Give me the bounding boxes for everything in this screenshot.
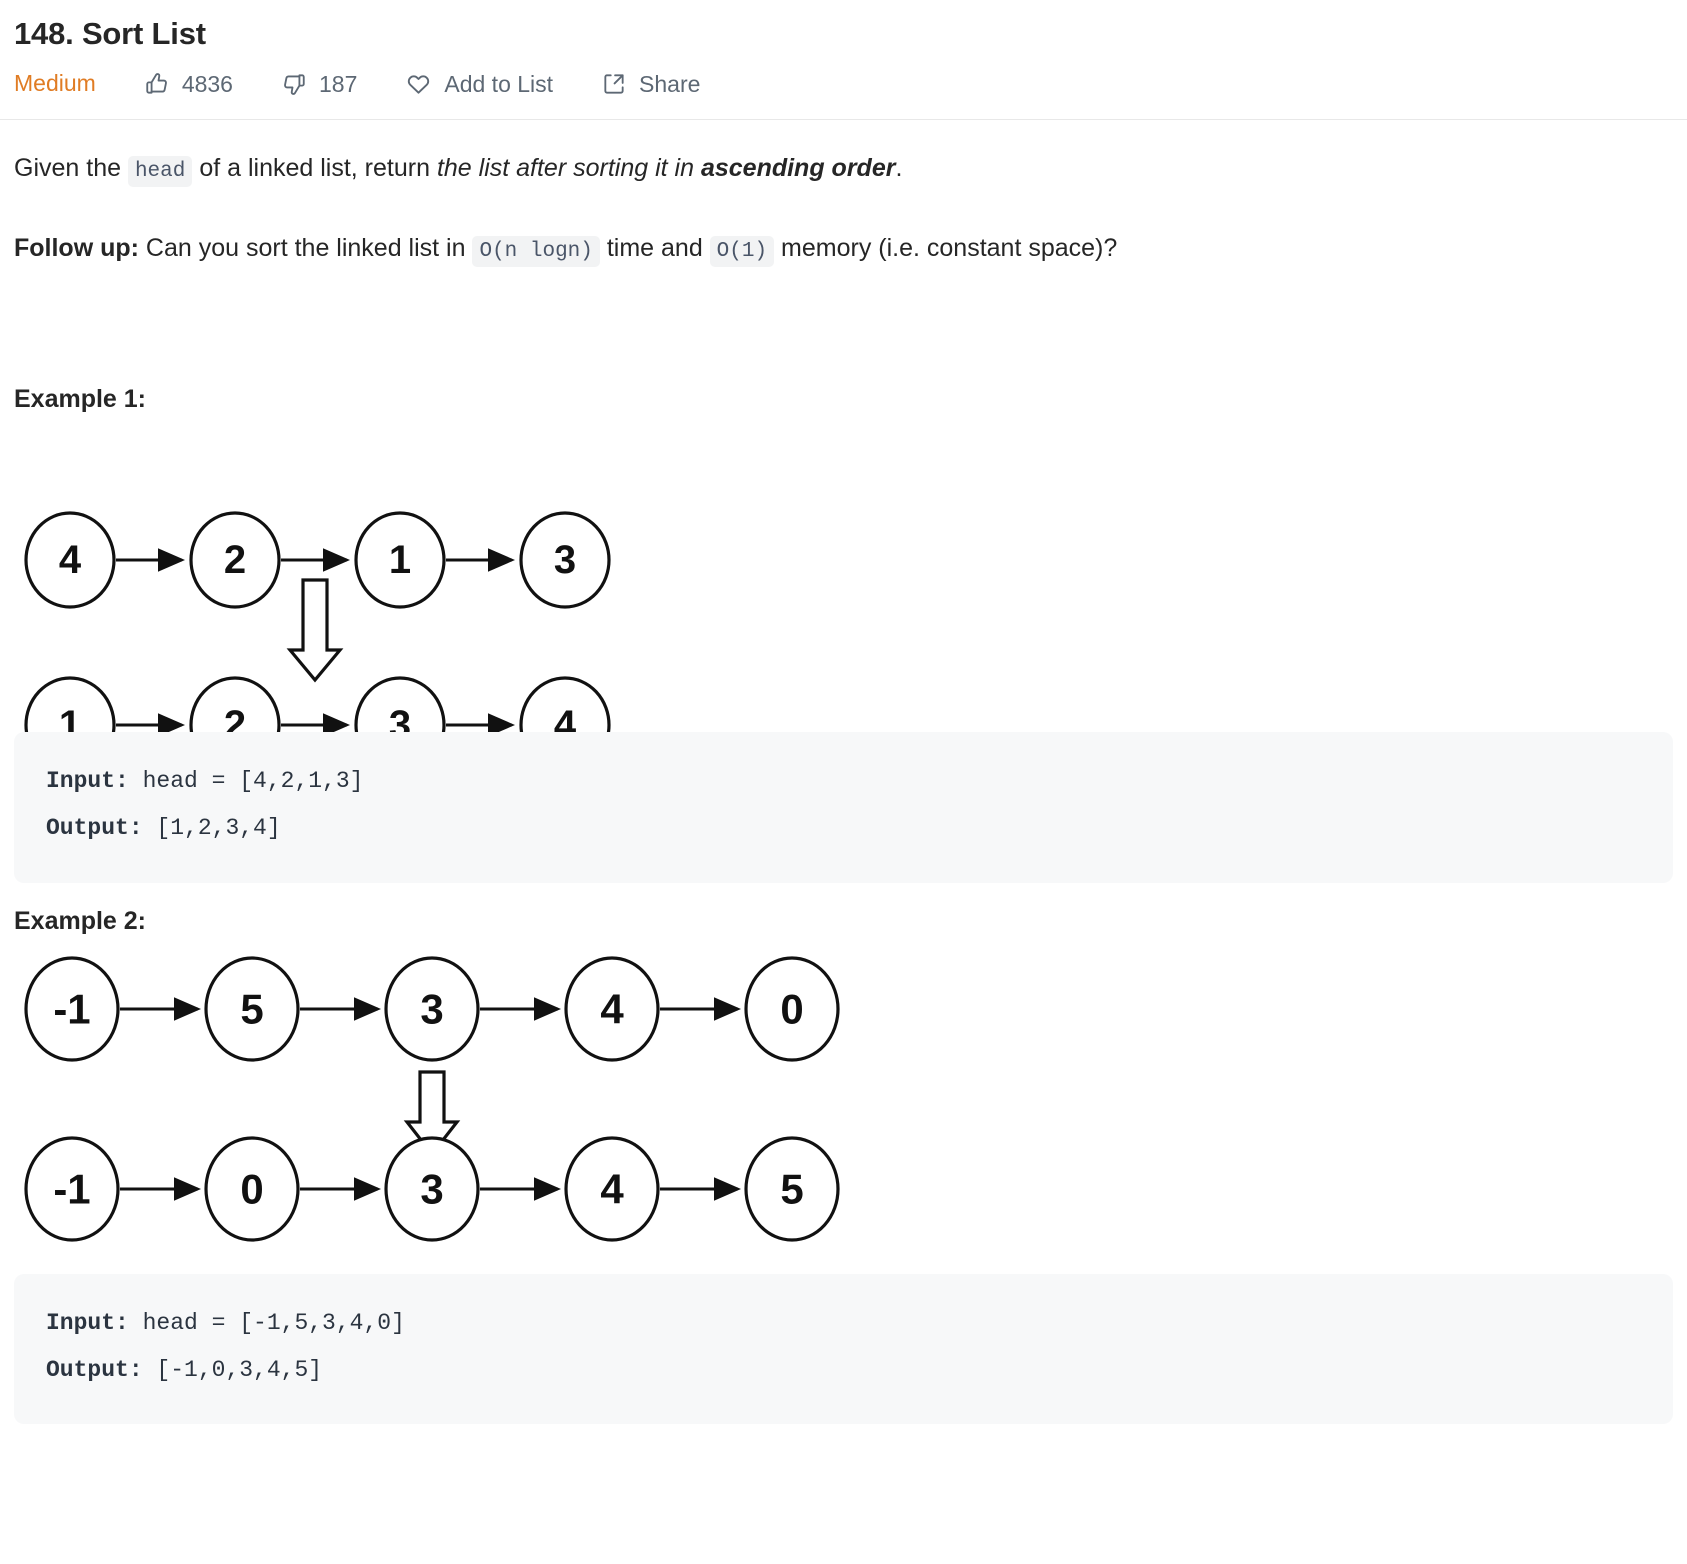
dislike-count: 187: [318, 71, 358, 98]
follow-up-label: Follow up:: [14, 233, 139, 262]
desc-pre: Given the: [14, 154, 128, 183]
list-node-value: 4: [554, 703, 577, 732]
inline-code-complexity-space: O(1): [709, 235, 775, 267]
inline-code-head: head: [127, 156, 193, 188]
list-node-value: 3: [554, 538, 576, 582]
difficulty-badge: Medium: [14, 70, 96, 97]
list-node-value: 4: [59, 538, 82, 582]
example-1-code-block: Input: head = [4,2,1,3] Output: [1,2,3,4…: [14, 732, 1673, 883]
list-node-value: 3: [389, 703, 411, 732]
diagram-2-row-before: -1 5 3 4 0: [24, 955, 840, 1062]
list-node-value: 3: [420, 1165, 443, 1212]
share-icon: [601, 71, 627, 97]
title-row: 148. Sort List: [0, 0, 1687, 54]
desc-bold-italic: ascending order: [700, 154, 896, 183]
list-node-value: 3: [420, 985, 443, 1032]
share-label: Share: [639, 71, 701, 98]
inline-code-complexity-time: O(n logn): [472, 235, 600, 267]
list-node-value: 5: [240, 985, 263, 1032]
example-1-code: Input: head = [4,2,1,3] Output: [1,2,3,4…: [46, 758, 1641, 852]
example-1-input-value: head = [4,2,1,3]: [128, 768, 364, 795]
example-1-output-label: Output:: [46, 815, 143, 842]
heart-icon: [405, 70, 432, 97]
example-1-diagram: 4 2 1 3 1 2 3 4: [14, 414, 1673, 733]
example-2-code-block: Input: head = [-1,5,3,4,0] Output: [-1,0…: [14, 1273, 1673, 1424]
example-2-output-value: [-1,0,3,4,5]: [142, 1356, 323, 1383]
example-1-heading: Example 1:: [14, 385, 147, 414]
list-node-value: 5: [780, 1165, 803, 1212]
diagram-1-row-after: 1 2 3 4: [24, 676, 611, 733]
description-paragraph: Given the head of a linked list, return …: [14, 120, 1673, 188]
list-node-value: 0: [780, 985, 803, 1032]
like-button[interactable]: 4836: [144, 71, 233, 97]
problem-content: Given the head of a linked list, return …: [0, 120, 1687, 1424]
desc-mid: of a linked list, return: [192, 154, 437, 183]
list-node-value: 0: [240, 1165, 263, 1212]
follow-up-mid: time and: [599, 233, 710, 262]
share-button[interactable]: Share: [601, 71, 700, 97]
linked-list-diagram-2: -1 5 3 4 0 -1 0 3 4 5: [24, 955, 840, 1242]
problem-meta-row: Medium 4836 187 Add to List Share: [0, 54, 1687, 119]
example-2-diagram: -1 5 3 4 0 -1 0 3 4 5: [14, 936, 1673, 1274]
add-to-list-button[interactable]: Add to List: [405, 70, 553, 97]
thumbs-up-icon: [144, 71, 170, 97]
example-2-output-label: Output:: [46, 1356, 143, 1383]
example-2-heading: Example 2:: [14, 906, 147, 935]
diagram-2-row-after: -1 0 3 4 5: [24, 1135, 840, 1242]
problem-page: 148. Sort List Medium 4836 187 Add to Li…: [0, 0, 1687, 1424]
add-to-list-label: Add to List: [444, 71, 554, 98]
example-2-code: Input: head = [-1,5,3,4,0] Output: [-1,0…: [46, 1300, 1641, 1394]
example-1-input-label: Input:: [46, 768, 129, 795]
list-node-value: -1: [53, 985, 90, 1032]
follow-up-post: memory (i.e. constant space)?: [774, 233, 1118, 262]
list-node-value: 1: [389, 538, 411, 582]
page-title: 148. Sort List: [14, 16, 206, 51]
list-node-value: 1: [59, 703, 81, 732]
list-node-value: 2: [224, 538, 246, 582]
like-count: 4836: [181, 71, 233, 98]
dislike-button[interactable]: 187: [281, 71, 357, 97]
example-2-input-value: head = [-1,5,3,4,0]: [128, 1309, 405, 1336]
thumbs-down-icon: [281, 71, 307, 97]
list-node-value: 4: [600, 1165, 624, 1212]
example-1-output-value: [1,2,3,4]: [142, 815, 281, 842]
example-2-input-label: Input:: [46, 1309, 129, 1336]
list-node-value: 2: [224, 703, 246, 732]
list-node-value: -1: [53, 1165, 90, 1212]
transform-down-arrow: [286, 578, 344, 683]
follow-up-pre: Can you sort the linked list in: [138, 233, 473, 262]
linked-list-diagram-1: 4 2 1 3 1 2 3 4: [24, 511, 611, 733]
desc-italic: the list after sorting it in: [436, 154, 701, 183]
follow-up-paragraph: Follow up: Can you sort the linked list …: [14, 188, 1673, 268]
desc-post: .: [895, 154, 903, 183]
list-node-value: 4: [600, 985, 624, 1032]
